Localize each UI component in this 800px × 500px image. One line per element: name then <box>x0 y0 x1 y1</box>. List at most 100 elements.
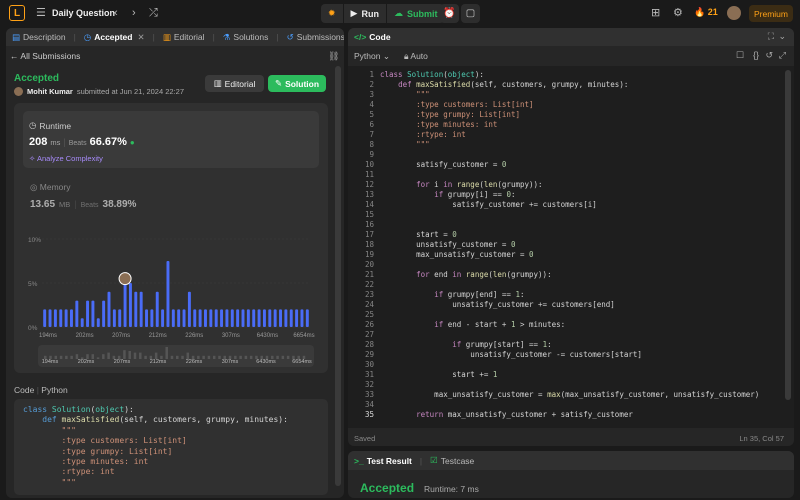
chart-bar <box>59 309 63 327</box>
memory-tab[interactable]: ◎ Memory <box>30 182 71 193</box>
x-tick-label: 226ms <box>185 333 203 339</box>
code-line[interactable]: for end in range(len(grumpy)): <box>380 270 784 280</box>
layout-grid-icon[interactable]: ⊞ <box>651 6 660 20</box>
daily-question-title[interactable]: Daily Question <box>52 8 115 18</box>
code-line[interactable]: """ <box>380 90 784 100</box>
notes-button[interactable]: ▢ <box>461 4 480 23</box>
code-line[interactable]: start = 0 <box>380 230 784 240</box>
bug-icon: ✹ <box>328 8 336 18</box>
chart-bar <box>91 300 95 327</box>
code-line[interactable]: start += 1 <box>380 370 784 380</box>
chart-bar <box>53 309 57 327</box>
code-line[interactable]: if grumpy[i] == 0: <box>380 190 784 200</box>
chart-bar <box>193 309 197 327</box>
code-line[interactable] <box>380 170 784 180</box>
code-line[interactable]: """ <box>380 140 784 150</box>
code-line[interactable]: unsatisfy_customer = 0 <box>380 240 784 250</box>
premium-button[interactable]: Premium <box>749 5 793 22</box>
code-lines[interactable]: class Solution(object): def maxSatisfied… <box>380 66 784 420</box>
expand-icon[interactable]: ⛶ <box>768 31 774 42</box>
problem-list-icon[interactable]: ☰ <box>36 6 46 20</box>
code-line[interactable] <box>380 310 784 320</box>
code-line[interactable]: if end - start + 1 > minutes: <box>380 320 784 330</box>
shuffle-icon[interactable]: ⤮ <box>149 6 158 20</box>
run-button[interactable]: ▶ Run <box>343 4 386 23</box>
code-line[interactable] <box>380 150 784 160</box>
close-tab-icon[interactable]: ✕ <box>137 32 144 43</box>
fire-icon: 🔥 <box>694 7 706 17</box>
code-line[interactable] <box>380 280 784 290</box>
submitter-avatar <box>14 87 23 96</box>
code-line[interactable]: if grumpy[start] == 1: <box>380 340 784 350</box>
code-line[interactable]: unsatisfy_customer -= customers[start] <box>380 350 784 360</box>
editorial-button[interactable]: ▥ Editorial <box>205 75 264 92</box>
code-line[interactable]: def maxSatisfied(self, customers, grumpy… <box>380 80 784 90</box>
code-line[interactable] <box>380 260 784 270</box>
chart-bar <box>252 309 256 327</box>
line-number: 20 <box>364 260 374 269</box>
tab-submissions[interactable]: ↺ Submissions <box>287 32 344 43</box>
format-braces-icon[interactable]: {} <box>753 50 759 60</box>
code-line[interactable] <box>380 400 784 410</box>
tab-editorial[interactable]: ▥ Editorial <box>163 32 205 43</box>
runtime-card[interactable]: ◷ Runtime 208 ms | Beats 66.67% ● ✧ Analy… <box>23 111 319 168</box>
language-select[interactable]: Python ⌄ <box>354 51 390 62</box>
next-problem-icon[interactable]: › <box>132 6 136 20</box>
code-line[interactable]: :type minutes: int <box>380 120 784 130</box>
share-link-icon[interactable]: ⛓ <box>328 51 339 62</box>
code-line[interactable]: :rtype: int <box>380 130 784 140</box>
code-line[interactable] <box>380 220 784 230</box>
code-line[interactable]: class Solution(object): <box>380 70 784 80</box>
more-menu-icon[interactable]: ⌄ <box>778 31 786 42</box>
submitted-code-preview[interactable]: class Solution(object): def maxSatisfied… <box>14 399 328 495</box>
slider-label: 207ms <box>114 359 131 365</box>
analyze-complexity-link[interactable]: ✧ Analyze Complexity <box>29 154 103 163</box>
prev-problem-icon[interactable]: ‹ <box>114 6 118 20</box>
submitter-name[interactable]: Mohit Kumar <box>27 87 73 96</box>
streak-counter[interactable]: 🔥 21 <box>694 7 718 18</box>
code-line[interactable]: satisfy_customer += customers[i] <box>380 200 784 210</box>
debug-button[interactable]: ✹ <box>321 4 343 23</box>
runtime-distribution-chart[interactable]: 10%5%0%194ms 202ms 207ms 212ms 226ms 307ms 643… <box>14 231 328 371</box>
code-editor[interactable]: 1 2 3 4 5 6 7 8 9 10 11 12 13 14 15 16 17 18 19 20 21 22 23 24 2… <box>348 66 794 428</box>
slider-label: 307ms <box>222 359 239 365</box>
reset-icon[interactable]: ↺ <box>765 50 773 61</box>
timer-button[interactable]: ⏰ <box>440 4 459 23</box>
code-line[interactable]: return max_unsatisfy_customer + satisfy_… <box>380 410 784 420</box>
code-line[interactable] <box>380 210 784 220</box>
left-scrollbar[interactable] <box>335 66 341 486</box>
user-avatar[interactable] <box>727 6 741 20</box>
submit-button[interactable]: ☁ Submit <box>386 4 445 23</box>
code-line[interactable] <box>380 380 784 390</box>
code-line[interactable]: satisfy_customer = 0 <box>380 160 784 170</box>
fullscreen-icon[interactable]: ⤢ <box>779 50 786 61</box>
y-tick-label: 10% <box>28 237 41 244</box>
back-link[interactable]: ← All Submissions <box>10 51 80 61</box>
solution-button[interactable]: ✎ Solution <box>268 75 326 92</box>
code-line[interactable]: unsatisfy_customer += customers[end] <box>380 300 784 310</box>
tab-accepted[interactable]: ◷ Accepted ✕ <box>84 32 145 43</box>
code-line[interactable] <box>380 360 784 370</box>
auto-mode[interactable]: 🔒︎ Auto <box>404 51 428 62</box>
settings-gear-icon[interactable]: ⚙ <box>673 6 683 20</box>
line-number: 28 <box>364 340 374 349</box>
code-line[interactable] <box>380 330 784 340</box>
tab-solutions[interactable]: ⚗ Solutions <box>223 32 269 43</box>
editor-toolbar: Python ⌄ 🔒︎ Auto <box>348 46 794 66</box>
y-tick-label: 0% <box>28 325 38 332</box>
bookmark-icon[interactable]: ☐ <box>736 50 744 61</box>
leetcode-logo-icon[interactable]: L <box>9 5 25 21</box>
runtime-value: 208 <box>29 136 48 148</box>
tab-description[interactable]: ▤ Description <box>12 32 66 43</box>
code-line[interactable]: max_unsatisfy_customer = 0 <box>380 250 784 260</box>
code-line[interactable]: if grumpy[end] == 1: <box>380 290 784 300</box>
code-line[interactable]: :type grumpy: List[int] <box>380 110 784 120</box>
code-line[interactable]: :type customers: List[int] <box>380 100 784 110</box>
code-line[interactable]: for i in range(len(grumpy)): <box>380 180 784 190</box>
tab-code[interactable]: </> Code <box>354 32 391 42</box>
tab-test-result[interactable]: >_ Test Result <box>354 456 412 466</box>
code-line[interactable]: max_unsatisfy_customer = max(max_unsatis… <box>380 390 784 400</box>
editor-scrollbar[interactable] <box>785 70 791 400</box>
tab-testcase[interactable]: ☑ Testcase <box>430 455 474 466</box>
chart-bar <box>230 309 234 327</box>
